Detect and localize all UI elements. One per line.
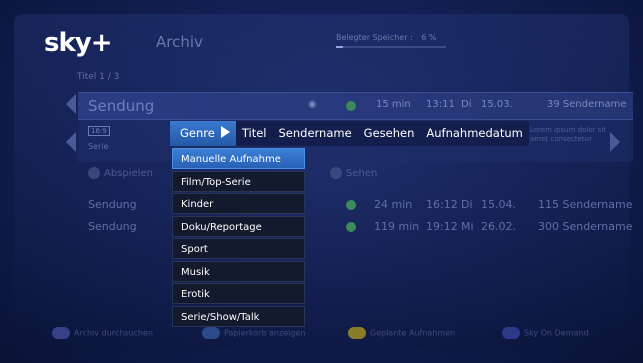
- genre-option-manuelle-aufnahme[interactable]: Manuelle Aufnahme: [172, 148, 305, 169]
- recording-time: 16:12: [426, 198, 458, 211]
- storage-value: 6 %: [421, 33, 437, 42]
- filter-genre-label: Genre: [180, 126, 215, 140]
- storage-bar-fill: [336, 46, 343, 48]
- recording-title: Sendung: [88, 97, 155, 115]
- recording-channel: 115 Sendername: [538, 198, 633, 211]
- recording-date: 26.02.: [481, 220, 516, 233]
- play-icon: [88, 167, 100, 179]
- filter-gesehen[interactable]: Gesehen: [358, 121, 421, 146]
- genre-option-doku-reportage[interactable]: Doku/Reportage: [172, 215, 305, 237]
- recording-channel: 300 Sendername: [538, 220, 633, 233]
- storage-bar: [336, 46, 446, 48]
- recording-date: 15.03.: [481, 99, 513, 110]
- next-detail-arrow-icon[interactable]: [610, 132, 620, 152]
- red-key-icon: [52, 327, 70, 339]
- footer-button-trash[interactable]: Papierkorb anzeigen: [202, 327, 305, 339]
- footer-button-planned[interactable]: Geplante Aufnahmen: [348, 327, 455, 339]
- recording-duration: 15 min: [376, 99, 411, 110]
- recording-time: 19:12: [426, 220, 458, 233]
- genre-option-erotik[interactable]: Erotik: [172, 283, 305, 304]
- prev-detail-arrow-icon[interactable]: [66, 132, 76, 152]
- watched-status-icon: [346, 222, 356, 232]
- genre-option-kinder[interactable]: Kinder: [172, 193, 305, 214]
- title-count: Titel 1 / 3: [77, 72, 120, 82]
- filter-sendername[interactable]: Sendername: [272, 121, 357, 146]
- recording-day: Di: [461, 99, 472, 110]
- genre-option-sport[interactable]: Sport: [172, 238, 305, 259]
- recording-row-selected[interactable]: Sendung ◉ 15 min 13:11 Di 15.03. 39 Send…: [78, 92, 633, 120]
- format-tag: 16:9: [88, 126, 110, 136]
- filter-titel[interactable]: Titel: [236, 121, 273, 146]
- recording-time: 13:11: [426, 99, 455, 110]
- recording-duration: 24 min: [374, 198, 413, 211]
- watched-status-icon: [346, 200, 356, 210]
- genre-option-musik[interactable]: Musik: [172, 260, 305, 282]
- recording-row[interactable]: Sendung 24 min 16:12 Di 15.04. 115 Sende…: [78, 194, 633, 216]
- sort-filter-bar: Genre Titel Sendername Gesehen Aufnahmed…: [170, 121, 529, 146]
- sky-plus-logo: sky+: [44, 28, 112, 58]
- recording-row[interactable]: Sendung 119 min 19:12 Mi 26.02. 300 Send…: [78, 216, 633, 238]
- play-right-icon: [220, 126, 230, 138]
- prev-arrow-icon[interactable]: [66, 94, 76, 114]
- recording-day: Di: [461, 198, 473, 211]
- footer-button-on-demand[interactable]: Sky On Demand: [502, 327, 589, 339]
- filter-aufnahmedatum[interactable]: Aufnahmedatum: [420, 121, 528, 146]
- footer-button-search[interactable]: Archiv durchsuchen: [52, 327, 153, 339]
- blue-key-icon: [502, 327, 520, 339]
- recording-description: Lorem ipsum dolor sit amet consectetur: [530, 126, 607, 143]
- storage-label: Belegter Speicher :: [336, 33, 413, 42]
- watched-status-icon: [346, 101, 356, 111]
- recording-title: Sendung: [88, 220, 137, 233]
- storage-indicator: Belegter Speicher : 6 %: [336, 33, 437, 42]
- play-action[interactable]: Abspielen: [88, 167, 153, 179]
- filter-genre[interactable]: Genre: [170, 121, 236, 146]
- genre-option-film-top-serie[interactable]: Film/Top-Serie: [172, 170, 305, 192]
- view-icon: [330, 167, 342, 179]
- footer-key-legend: Archiv durchsuchen Papierkorb anzeigen G…: [0, 324, 643, 344]
- recording-day: Mi: [461, 220, 474, 233]
- page-title: Archiv: [156, 33, 203, 51]
- recording-actions: Abspielen Sehen: [78, 162, 633, 184]
- tv-screen: sky+ Archiv Belegter Speicher : 6 % Tite…: [0, 0, 643, 363]
- green-key-icon: [202, 327, 220, 339]
- recording-duration: 119 min: [374, 220, 420, 233]
- eye-icon: ◉: [308, 99, 317, 110]
- recording-channel: 39 Sendername: [547, 99, 627, 110]
- view-action[interactable]: Sehen: [330, 167, 377, 179]
- recording-category: Serie: [88, 142, 109, 151]
- genre-dropdown: Manuelle Aufnahme Film/Top-Serie Kinder …: [172, 148, 305, 328]
- recording-title: Sendung: [88, 198, 137, 211]
- recording-date: 15.04.: [481, 198, 516, 211]
- yellow-key-icon: [348, 327, 366, 339]
